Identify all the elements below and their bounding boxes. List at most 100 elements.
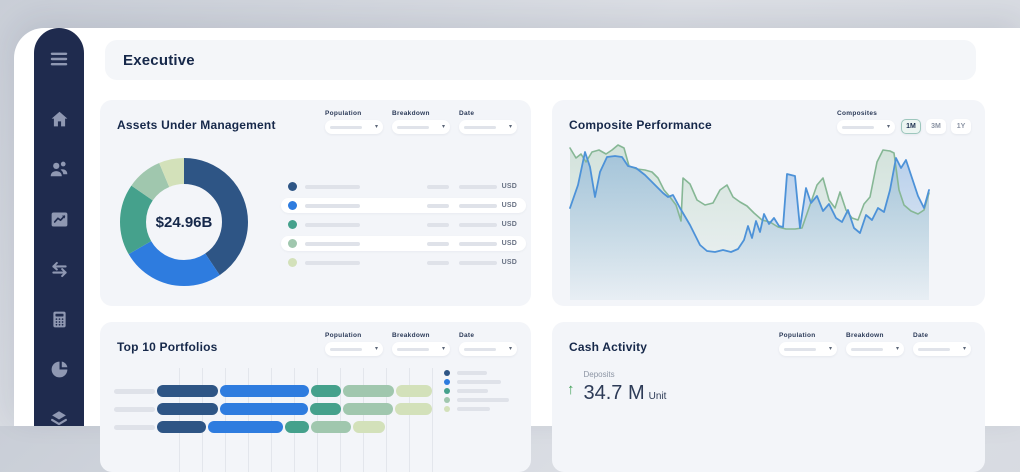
deposits-unit: Unit — [649, 391, 667, 402]
bar-segment-3 — [311, 421, 351, 433]
legend-dot — [444, 397, 450, 403]
aum-donut-chart: $24.96B — [120, 158, 248, 286]
legend-value-placeholder — [427, 185, 449, 189]
transfer-arrows-icon — [49, 259, 70, 280]
select-placeholder — [918, 348, 950, 351]
portfolios-card-title: Top 10 Portfolios — [117, 340, 218, 354]
composite-card-head: Composite Performance Composites ▾ 1M 3M 1Y — [552, 100, 985, 134]
chevron-down-icon: ▾ — [375, 124, 378, 130]
cash-card-head: Cash Activity Population▾Breakdown▾Date▾ — [552, 322, 985, 356]
legend-dot — [288, 220, 297, 229]
sidebar-item-performance[interactable] — [42, 206, 76, 232]
filter-select-population[interactable]: ▾ — [779, 342, 837, 356]
portfolios-gridlines — [157, 368, 434, 472]
sidebar-item-holdings[interactable] — [42, 406, 76, 432]
cash-card-title: Cash Activity — [569, 340, 647, 354]
sidebar-item-clients[interactable] — [42, 156, 76, 182]
select-placeholder — [397, 126, 429, 129]
currency-label: USD — [502, 202, 517, 209]
sidebar-item-transactions[interactable] — [42, 256, 76, 282]
select-placeholder — [842, 126, 874, 129]
filter-group-population: Population ▾ — [325, 110, 383, 134]
filter-select-breakdown[interactable]: ▾ — [846, 342, 904, 356]
range-button-3m[interactable]: 3M — [926, 119, 946, 134]
filter-label-composites: Composites — [837, 110, 895, 117]
bar-segment-0 — [157, 385, 218, 397]
filter-select-population[interactable]: ▾ — [325, 342, 383, 356]
filter-select-population[interactable]: ▾ — [325, 120, 383, 134]
legend-name-placeholder — [305, 242, 360, 246]
legend-name-placeholder — [457, 380, 501, 384]
bar-segment-1 — [208, 421, 283, 433]
deposits-amount: 34.7 M — [584, 382, 645, 405]
bar-segment-2 — [311, 385, 341, 397]
portfolios-legend-item — [444, 379, 509, 385]
users-icon — [48, 158, 70, 180]
chevron-down-icon: ▾ — [442, 124, 445, 130]
chevron-down-icon: ▾ — [896, 346, 899, 352]
currency-label: USD — [502, 183, 517, 190]
legend-value-placeholder — [427, 261, 449, 265]
filter-select-date[interactable]: ▾ — [459, 120, 517, 134]
filter-label-population: Population — [325, 332, 383, 339]
sidebar — [34, 28, 84, 426]
bar-segment-0 — [157, 403, 218, 415]
pie-chart-icon — [49, 359, 70, 380]
range-button-1y[interactable]: 1Y — [951, 119, 971, 134]
sidebar-item-accounting[interactable] — [42, 306, 76, 332]
portfolio-bar-row — [157, 421, 385, 433]
legend-value-placeholder — [459, 204, 497, 208]
composite-controls: Composites ▾ 1M 3M 1Y — [837, 110, 971, 134]
bar-segment-4 — [353, 421, 385, 433]
portfolios-card-head: Top 10 Portfolios Population▾Breakdown▾D… — [100, 322, 531, 356]
legend-name-placeholder — [457, 389, 488, 393]
bar-segment-1 — [220, 385, 309, 397]
bar-segment-4 — [395, 403, 432, 415]
legend-dot — [288, 182, 297, 191]
filter-group-population: Population▾ — [779, 332, 837, 356]
portfolios-card: Top 10 Portfolios Population▾Breakdown▾D… — [100, 322, 531, 472]
range-toggle: 1M 3M 1Y — [901, 119, 971, 134]
legend-dot — [288, 258, 297, 267]
aum-card: Assets Under Management Population▾Break… — [100, 100, 531, 306]
aum-legend: USDUSDUSDUSDUSD — [281, 179, 526, 270]
sidebar-item-allocation[interactable] — [42, 356, 76, 382]
aum-total-value: $24.96B — [120, 158, 248, 286]
select-placeholder — [330, 348, 362, 351]
filter-select-composites[interactable]: ▾ — [837, 120, 895, 134]
sidebar-nav — [42, 106, 76, 432]
filter-label-breakdown: Breakdown — [392, 110, 450, 117]
legend-name-placeholder — [305, 185, 360, 189]
filter-select-date[interactable]: ▾ — [459, 342, 517, 356]
bar-segment-2 — [285, 421, 309, 433]
legend-value-placeholder — [427, 204, 449, 208]
select-placeholder — [851, 348, 883, 351]
sidebar-item-home[interactable] — [42, 106, 76, 132]
filter-select-date[interactable]: ▾ — [913, 342, 971, 356]
composite-area-chart — [568, 140, 930, 300]
filter-select-breakdown[interactable]: ▾ — [392, 342, 450, 356]
chevron-down-icon: ▾ — [509, 346, 512, 352]
hamburger-icon — [48, 48, 70, 70]
portfolios-legend-item — [444, 397, 509, 403]
filter-group-breakdown: Breakdown▾ — [846, 332, 904, 356]
page-title: Executive — [123, 52, 195, 69]
select-placeholder — [464, 348, 496, 351]
legend-value-placeholder — [459, 261, 497, 265]
portfolios-filters: Population▾Breakdown▾Date▾ — [325, 332, 517, 356]
filter-label-population: Population — [325, 110, 383, 117]
portfolio-name-placeholder — [114, 407, 155, 412]
legend-value-placeholder — [459, 185, 497, 189]
portfolio-bar-row — [157, 385, 432, 397]
composite-card: Composite Performance Composites ▾ 1M 3M 1Y — [552, 100, 985, 306]
filter-select-breakdown[interactable]: ▾ — [392, 120, 450, 134]
filter-group-composites: Composites ▾ — [837, 110, 895, 134]
legend-name-placeholder — [305, 204, 360, 208]
filter-group-breakdown: Breakdown▾ — [392, 332, 450, 356]
menu-button[interactable] — [42, 48, 76, 70]
legend-dot — [444, 379, 450, 385]
chevron-down-icon: ▾ — [509, 124, 512, 130]
composite-card-title: Composite Performance — [569, 118, 712, 132]
legend-name-placeholder — [457, 398, 509, 402]
range-button-1m[interactable]: 1M — [901, 119, 921, 134]
